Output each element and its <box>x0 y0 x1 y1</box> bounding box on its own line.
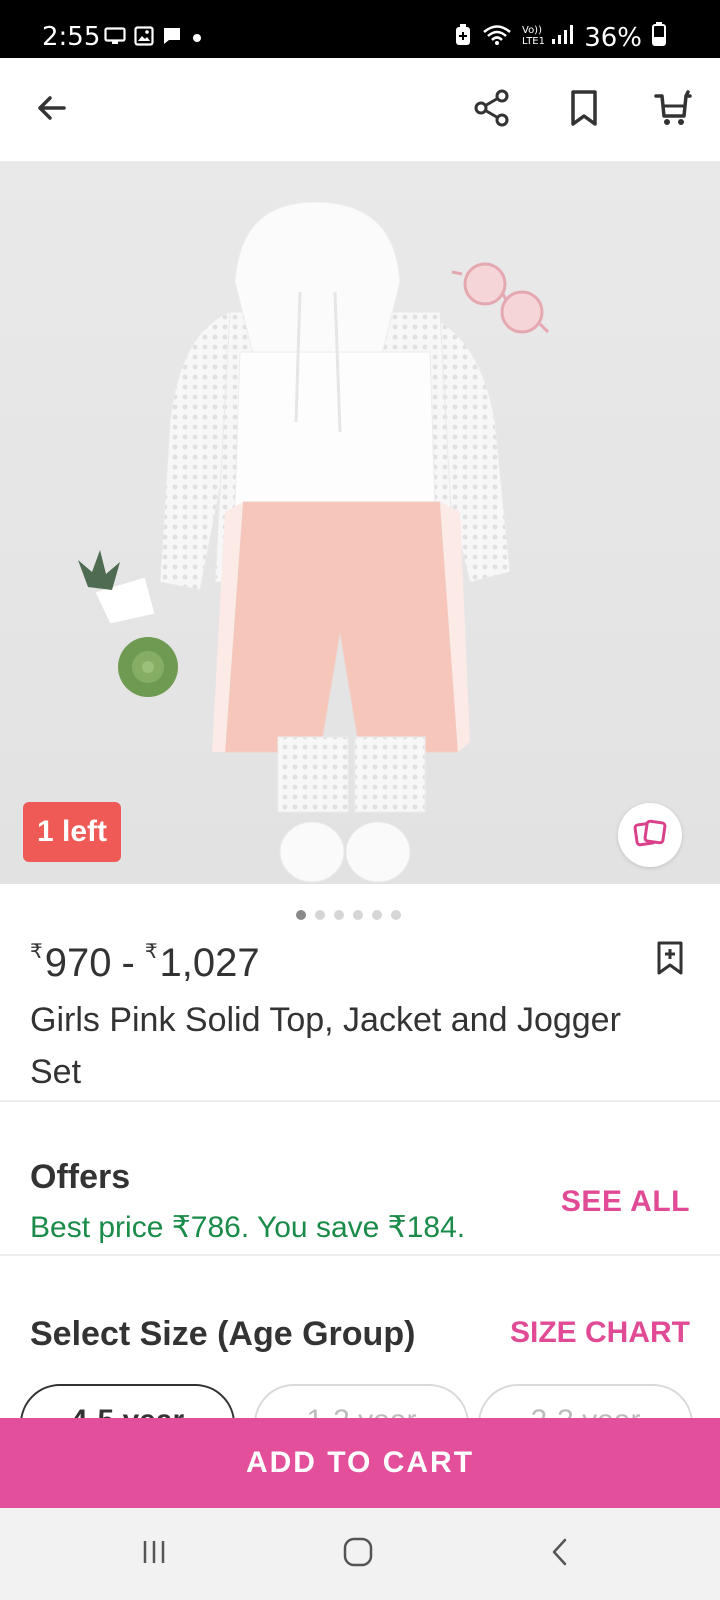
section-divider <box>0 1254 720 1256</box>
price-separator: - <box>121 941 135 985</box>
home-button[interactable] <box>328 1530 388 1578</box>
price-min: 970 <box>44 941 112 985</box>
system-nav-bar <box>0 1508 720 1600</box>
see-all-offers-link[interactable]: SEE ALL <box>561 1185 690 1219</box>
share-button[interactable] <box>468 86 516 134</box>
share-icon <box>472 88 512 133</box>
add-to-cart-button[interactable]: ADD TO CART <box>0 1418 720 1508</box>
notification-dot-icon <box>190 29 204 48</box>
cart-icon <box>652 88 692 133</box>
offers-description: Best price ₹786. You save ₹184. <box>30 1211 466 1244</box>
offers-title: Offers <box>30 1158 131 1196</box>
section-divider <box>0 1100 720 1102</box>
nav-back-icon <box>548 1537 572 1572</box>
carousel-dot[interactable] <box>314 910 325 920</box>
price-max: 1,027 <box>159 941 260 985</box>
add-to-wishlist-button[interactable] <box>650 940 690 980</box>
chat-icon <box>162 26 182 51</box>
nav-back-button[interactable] <box>530 1530 590 1578</box>
image-icon <box>134 26 154 51</box>
size-chart-link[interactable]: SIZE CHART <box>510 1316 690 1350</box>
back-arrow-icon <box>34 90 70 131</box>
carousel-dot[interactable] <box>333 910 344 920</box>
price-range: ₹ 970 - ₹ 1,027 <box>30 935 630 985</box>
battery-icon <box>652 22 666 53</box>
svg-text:LTE1: LTE1 <box>522 36 545 46</box>
screen-cast-icon <box>104 27 126 50</box>
home-icon <box>342 1536 374 1573</box>
bookmark-button[interactable] <box>560 86 608 134</box>
size-section-title: Select Size (Age Group) <box>30 1315 416 1353</box>
stock-badge: 1 left <box>23 802 122 862</box>
bookmark-plus-icon <box>655 940 685 981</box>
price-min-currency: ₹ <box>30 941 43 963</box>
volte-signal-icon: Vo)) LTE1 <box>522 22 574 53</box>
carousel-dots <box>0 910 720 920</box>
app-bar <box>0 58 720 162</box>
carousel-dot[interactable] <box>390 910 401 920</box>
carousel-dot[interactable] <box>352 910 363 920</box>
wifi-icon <box>482 23 512 53</box>
battery-saver-icon <box>454 23 472 53</box>
battery-percent: 36% <box>584 22 642 53</box>
gallery-icon <box>633 818 667 853</box>
carousel-dot[interactable] <box>371 910 382 920</box>
svg-text:Vo)): Vo)) <box>522 25 542 36</box>
recents-button[interactable] <box>124 1530 184 1578</box>
gallery-button[interactable] <box>618 803 682 867</box>
recents-icon <box>139 1539 169 1570</box>
price-max-currency: ₹ <box>144 941 158 963</box>
status-notification-icons <box>104 26 204 51</box>
back-button[interactable] <box>28 86 76 134</box>
cart-button[interactable] <box>648 86 696 134</box>
status-time: 2:55 <box>42 22 101 52</box>
carousel-dot-active[interactable] <box>295 910 306 920</box>
product-photo <box>78 201 550 883</box>
status-system-icons: Vo)) LTE1 36% <box>454 22 666 53</box>
bookmark-icon <box>567 88 601 133</box>
product-image[interactable]: 1 left <box>0 162 720 884</box>
status-bar: 2:55 Vo)) LTE1 36% <box>0 0 720 58</box>
product-title: Girls Pink Solid Top, Jacket and Jogger … <box>30 1001 621 1091</box>
